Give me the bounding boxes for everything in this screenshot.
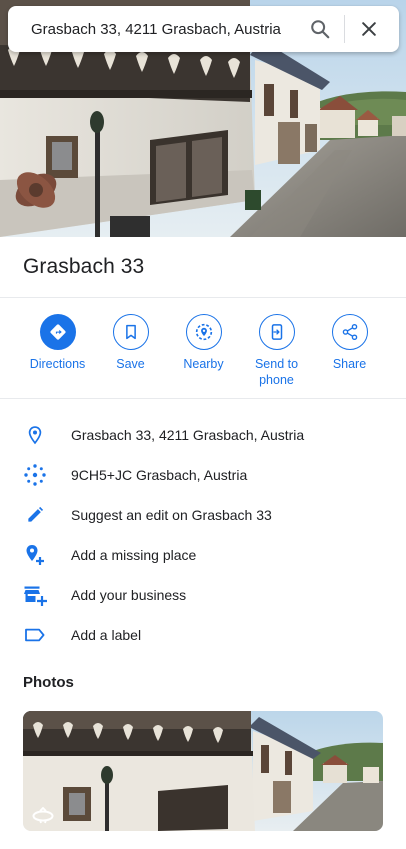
label-icon bbox=[23, 623, 47, 647]
address-row[interactable]: Grasbach 33, 4211 Grasbach, Austria bbox=[0, 415, 406, 455]
search-input[interactable] bbox=[31, 14, 293, 44]
nearby-icon bbox=[195, 323, 212, 341]
add-place-icon bbox=[23, 543, 47, 567]
share-button[interactable]: Share bbox=[313, 314, 386, 388]
street-view-360-icon bbox=[31, 807, 55, 825]
search-button[interactable] bbox=[300, 9, 340, 49]
close-button[interactable] bbox=[349, 9, 389, 49]
place-panel: Grasbach 33 Directions Save bbox=[0, 0, 406, 849]
add-label-text: Add a label bbox=[71, 627, 142, 643]
add-business-text: Add your business bbox=[71, 587, 187, 603]
add-label-row[interactable]: Add a label bbox=[0, 615, 406, 655]
search-icon bbox=[311, 20, 330, 39]
save-button[interactable]: Save bbox=[94, 314, 167, 388]
add-business-icon bbox=[23, 583, 47, 607]
send-to-phone-circle bbox=[258, 314, 295, 350]
send-to-phone-label: Send to phone bbox=[254, 357, 299, 387]
plus-code-text: 9CH5+JC Grasbach, Austria bbox=[71, 467, 248, 483]
plus-code-icon bbox=[23, 463, 47, 487]
nearby-circle bbox=[185, 314, 222, 350]
add-missing-place-text: Add a missing place bbox=[71, 547, 197, 563]
search-divider bbox=[344, 15, 345, 43]
send-to-phone-button[interactable]: Send to phone bbox=[240, 314, 313, 388]
add-business-row[interactable]: Add your business bbox=[0, 575, 406, 615]
photo-thumbnail[interactable] bbox=[23, 711, 383, 831]
nearby-label: Nearby bbox=[183, 357, 224, 371]
action-bar: Directions Save Nearby Send to phone Sha… bbox=[0, 314, 406, 388]
pencil-icon bbox=[23, 503, 47, 527]
save-label: Save bbox=[116, 357, 145, 371]
save-circle bbox=[112, 314, 149, 350]
directions-label: Directions bbox=[29, 357, 86, 371]
divider bbox=[0, 297, 406, 298]
suggest-edit-text: Suggest an edit on Grasbach 33 bbox=[71, 507, 272, 523]
info-list: Grasbach 33, 4211 Grasbach, Austria 9CH5… bbox=[0, 415, 406, 655]
address-text: Grasbach 33, 4211 Grasbach, Austria bbox=[71, 427, 305, 443]
close-icon bbox=[362, 22, 376, 36]
nearby-button[interactable]: Nearby bbox=[167, 314, 240, 388]
share-icon bbox=[342, 323, 357, 341]
suggest-edit-row[interactable]: Suggest an edit on Grasbach 33 bbox=[0, 495, 406, 535]
add-missing-place-row[interactable]: Add a missing place bbox=[0, 535, 406, 575]
directions-circle bbox=[39, 314, 76, 350]
divider bbox=[0, 398, 406, 399]
share-circle bbox=[331, 314, 368, 350]
plus-code-row[interactable]: 9CH5+JC Grasbach, Austria bbox=[0, 455, 406, 495]
send-to-phone-icon bbox=[271, 324, 282, 340]
directions-button[interactable]: Directions bbox=[21, 314, 94, 388]
directions-icon bbox=[49, 324, 66, 340]
search-box bbox=[8, 6, 399, 52]
share-label: Share bbox=[332, 357, 367, 371]
bookmark-icon bbox=[125, 324, 136, 340]
photos-heading: Photos bbox=[23, 674, 74, 691]
location-pin-icon bbox=[23, 423, 47, 447]
place-title: Grasbach 33 bbox=[23, 255, 145, 278]
